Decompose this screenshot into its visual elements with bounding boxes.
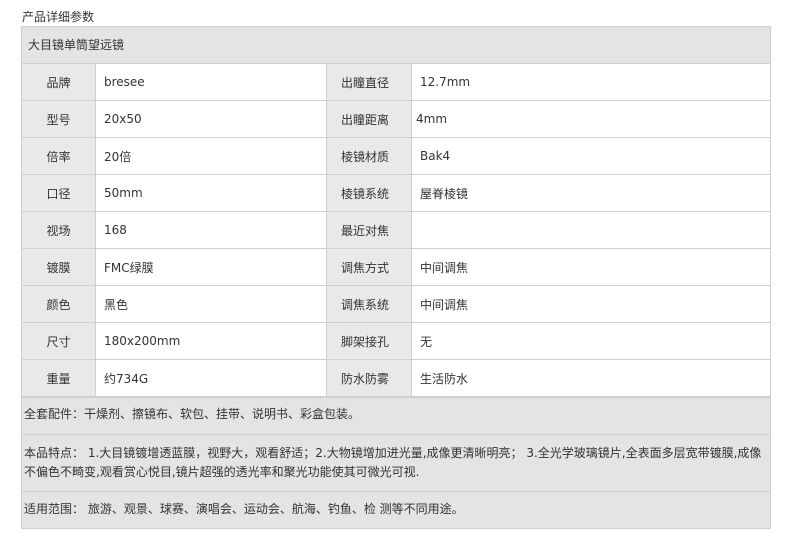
table-row: 品牌 bresee 出瞳直径 12.7mm xyxy=(22,64,770,101)
spec-sheet: 大目镜单筒望远镜 品牌 bresee 出瞳直径 12.7mm 型号 20x50 … xyxy=(21,26,771,529)
spec-label: 防水防雾 xyxy=(326,359,412,397)
spec-label: 镀膜 xyxy=(22,248,96,286)
spec-value: 约734G xyxy=(95,359,327,397)
spec-value: 中间调焦 xyxy=(411,285,770,323)
spec-value: 生活防水 xyxy=(411,359,770,397)
spec-value: bresee xyxy=(95,64,327,101)
spec-value: 12.7mm xyxy=(411,64,770,101)
spec-label: 口径 xyxy=(22,174,96,212)
table-row: 尺寸 180x200mm 脚架接孔 无 xyxy=(22,322,770,360)
spec-value: 20倍 xyxy=(95,137,327,175)
table-row: 重量 约734G 防水防雾 生活防水 xyxy=(22,359,770,397)
spec-value: 180x200mm xyxy=(95,322,327,360)
spec-value: 黑色 xyxy=(95,285,327,323)
usage-note: 适用范围： 旅游、观景、球赛、演唱会、运动会、航海、钓鱼、检 测等不同用途。 xyxy=(22,491,770,528)
features-note: 本品特点： 1.大目镜镀增透蓝膜，视野大，观看舒适；2.大物镜增加进光量,成像更… xyxy=(22,434,770,491)
spec-value: Bak4 xyxy=(411,137,770,175)
spec-label: 尺寸 xyxy=(22,322,96,360)
spec-label: 出瞳距离 xyxy=(326,100,412,138)
spec-value: 无 xyxy=(411,322,770,360)
spec-label: 最近对焦 xyxy=(326,211,412,249)
spec-label: 脚架接孔 xyxy=(326,322,412,360)
spec-value: 168 xyxy=(95,211,327,249)
table-row: 视场 168 最近对焦 xyxy=(22,211,770,249)
table-row: 镀膜 FMC绿膜 调焦方式 中间调焦 xyxy=(22,248,770,286)
table-caption: 大目镜单筒望远镜 xyxy=(22,27,770,64)
spec-label: 倍率 xyxy=(22,137,96,175)
spec-value: 4mm xyxy=(411,100,770,138)
spec-label: 品牌 xyxy=(22,64,96,101)
table-row: 倍率 20倍 棱镜材质 Bak4 xyxy=(22,137,770,175)
spec-label: 调焦方式 xyxy=(326,248,412,286)
table-row: 口径 50mm 棱镜系统 屋脊棱镜 xyxy=(22,174,770,212)
spec-table: 品牌 bresee 出瞳直径 12.7mm 型号 20x50 出瞳距离 4mm … xyxy=(22,64,770,397)
spec-value: 屋脊棱镜 xyxy=(411,174,770,212)
spec-label: 棱镜系统 xyxy=(326,174,412,212)
spec-label: 型号 xyxy=(22,100,96,138)
accessories-note: 全套配件：干燥剂、擦镜布、软包、挂带、说明书、彩盒包装。 xyxy=(22,397,770,434)
spec-value: FMC绿膜 xyxy=(95,248,327,286)
spec-value xyxy=(411,211,770,249)
spec-label: 颜色 xyxy=(22,285,96,323)
table-row: 型号 20x50 出瞳距离 4mm xyxy=(22,100,770,138)
spec-label: 调焦系统 xyxy=(326,285,412,323)
spec-label: 视场 xyxy=(22,211,96,249)
spec-value: 中间调焦 xyxy=(411,248,770,286)
page-title: 产品详细参数 xyxy=(22,10,95,24)
notes-section: 全套配件：干燥剂、擦镜布、软包、挂带、说明书、彩盒包装。 本品特点： 1.大目镜… xyxy=(22,397,770,528)
spec-label: 棱镜材质 xyxy=(326,137,412,175)
spec-label: 重量 xyxy=(22,359,96,397)
table-row: 颜色 黑色 调焦系统 中间调焦 xyxy=(22,285,770,323)
spec-value: 20x50 xyxy=(95,100,327,138)
spec-value: 50mm xyxy=(95,174,327,212)
spec-label: 出瞳直径 xyxy=(326,64,412,101)
